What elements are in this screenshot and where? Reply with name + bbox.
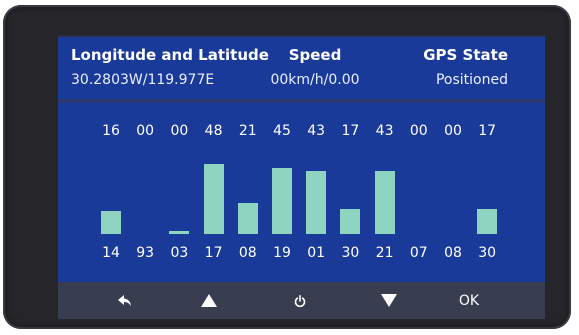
down-button[interactable] [359, 282, 419, 319]
button-bar: OK [58, 282, 545, 319]
back-button[interactable] [95, 282, 155, 319]
satellite-signal-value: 21 [238, 123, 257, 139]
satellite-signal-bar [477, 209, 498, 234]
satellite-id: 07 [409, 245, 428, 261]
satellite-signal-value: 00 [444, 123, 462, 139]
satellite-signal-bar [374, 171, 395, 234]
up-triangle-icon [201, 294, 217, 307]
position-value: 30.2803W/119.977E [71, 72, 215, 88]
satellite-signal-value: 43 [375, 123, 394, 139]
satellite-signal-bar [169, 231, 190, 234]
satellite-id: 19 [273, 245, 291, 261]
satellite-signal-bar [340, 209, 361, 234]
satellite-id: 14 [102, 245, 120, 261]
ok-button[interactable]: OK [439, 282, 499, 319]
satellite-id: 21 [375, 245, 394, 261]
satellite-signal-value: 17 [478, 123, 497, 139]
header-divider [58, 99, 545, 103]
satellite-signal-bar [203, 164, 224, 234]
gps-state-value: Positioned [435, 72, 508, 88]
satellite-id: 01 [307, 245, 326, 261]
satellite-signal-value: 16 [102, 123, 120, 139]
satellite-id: 08 [444, 245, 462, 261]
satellite-signal-value: 00 [409, 123, 428, 139]
satellite-signal-bar [306, 171, 327, 234]
up-button[interactable] [179, 282, 239, 319]
back-arrow-icon [118, 294, 131, 306]
gps-state-title: GPS State [423, 46, 508, 64]
satellite-signal-bar [237, 203, 258, 234]
speed-title: Speed [288, 46, 342, 64]
satellite-id: 93 [136, 245, 155, 261]
ok-label: OK [458, 292, 480, 309]
satellite-id: 30 [478, 245, 497, 261]
satellite-signal-value: 00 [170, 123, 189, 139]
satellite-signal-value: 17 [341, 123, 360, 139]
satellite-signal-bar [272, 168, 292, 234]
power-icon [294, 294, 306, 307]
satellite-signal-value: 00 [136, 123, 155, 139]
down-triangle-icon [381, 294, 397, 307]
satellite-signal-value: 45 [273, 123, 291, 139]
satellite-id: 08 [238, 245, 257, 261]
satellite-signal-value: 43 [307, 123, 326, 139]
gps-screen: Longitude and Latitude 30.2803W/119.977E… [58, 35, 545, 319]
satellite-id: 17 [204, 245, 223, 261]
satellite-id: 03 [170, 245, 189, 261]
satellite-signal-bar [101, 211, 121, 234]
satellite-signal-value: 48 [204, 123, 223, 139]
position-title: Longitude and Latitude [71, 46, 269, 64]
power-button[interactable] [270, 282, 330, 319]
speed-value: 00km/h/0.00 [270, 72, 360, 88]
satellite-id: 30 [341, 245, 360, 261]
screen-content: Longitude and Latitude 30.2803W/119.977E… [58, 37, 545, 319]
